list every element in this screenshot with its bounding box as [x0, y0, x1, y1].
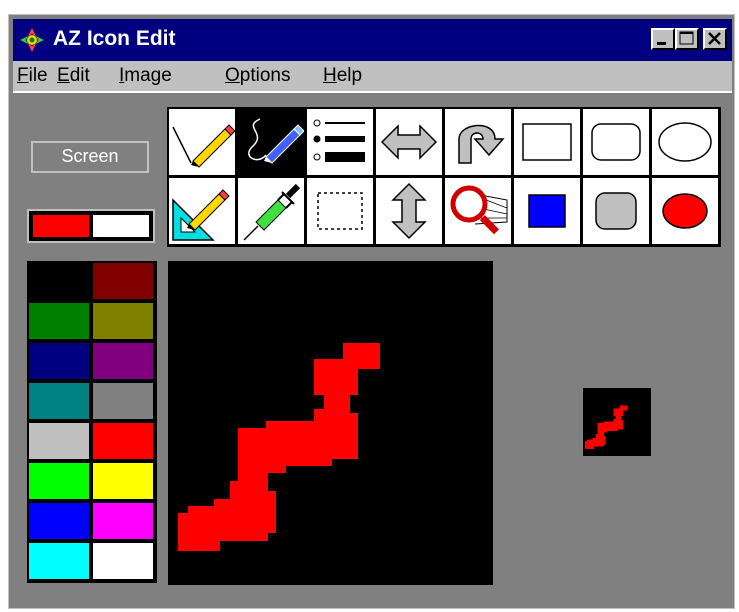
window-title: AZ Icon Edit [53, 27, 176, 50]
filled-rounded-rectangle-tool-icon [595, 192, 637, 230]
palette-swatch[interactable] [93, 543, 153, 579]
ellipse-outline-tool[interactable] [652, 109, 718, 175]
tool-palette [167, 107, 721, 247]
app-window: AZ Icon Edit File Edit Image Options Hel… [8, 14, 735, 609]
line-tool-icon [172, 189, 230, 241]
icon-preview [583, 388, 651, 456]
menu-edit-mnemonic: E [57, 65, 70, 86]
menu-file-label: ile [28, 65, 48, 86]
menu-edit-label: dit [69, 65, 90, 86]
palette-swatch[interactable] [29, 263, 89, 299]
menu-file[interactable]: File [17, 65, 48, 87]
rounded-rectangle-outline-tool-icon [591, 123, 641, 161]
close-icon [708, 32, 721, 45]
filled-rectangle-tool[interactable] [514, 178, 580, 244]
menu-options[interactable]: Options [225, 65, 290, 87]
pencil-tool[interactable] [169, 109, 235, 175]
color-palette [27, 261, 157, 583]
palette-swatch[interactable] [93, 463, 153, 499]
rotate-tool-icon [458, 124, 505, 164]
menu-options-label: ptions [239, 65, 291, 86]
menu-bar: File Edit Image Options Help [13, 61, 732, 91]
close-button[interactable] [703, 28, 727, 50]
minimize-icon [657, 42, 666, 45]
filled-rounded-rectangle-tool[interactable] [583, 178, 649, 244]
palette-swatch[interactable] [29, 383, 89, 419]
rotate-tool[interactable] [445, 109, 511, 175]
foreground-color-swatch[interactable] [33, 215, 89, 237]
palette-swatch[interactable] [93, 423, 153, 459]
palette-swatch[interactable] [29, 343, 89, 379]
minimize-button[interactable] [651, 28, 675, 50]
ellipse-outline-tool-icon [658, 122, 712, 162]
flip-vertical-tool-icon [391, 182, 427, 240]
filled-rectangle-tool-icon [528, 194, 566, 228]
flip-horizontal-tool[interactable] [376, 109, 442, 175]
background-color-swatch[interactable] [93, 215, 149, 237]
selection-rectangle-tool[interactable] [307, 178, 373, 244]
freehand-pen-tool[interactable] [238, 109, 304, 175]
flip-vertical-tool[interactable] [376, 178, 442, 244]
menu-edit[interactable]: Edit [57, 65, 90, 87]
line-tool[interactable] [169, 178, 235, 244]
palette-swatch[interactable] [93, 503, 153, 539]
palette-swatch[interactable] [29, 303, 89, 339]
color-picker-dropper-tool-icon [243, 183, 301, 241]
palette-swatch[interactable] [93, 383, 153, 419]
line-width-tool-icon [313, 119, 365, 162]
menu-options-mnemonic: O [225, 65, 240, 86]
zoom-magnifier-tool[interactable] [445, 178, 511, 244]
icon-edit-canvas[interactable] [168, 261, 493, 585]
palette-swatch[interactable] [29, 543, 89, 579]
rectangle-outline-tool[interactable] [514, 109, 580, 175]
color-picker-dropper-tool[interactable] [238, 178, 304, 244]
app-icon [19, 27, 45, 53]
menu-image-label: mage [124, 65, 172, 86]
maximize-icon [679, 31, 694, 45]
palette-swatch[interactable] [29, 423, 89, 459]
menu-file-mnemonic: F [17, 65, 29, 86]
menu-help-mnemonic: H [323, 65, 337, 86]
menu-separator [13, 91, 732, 93]
flip-horizontal-tool-icon [380, 124, 438, 160]
screen-button[interactable]: Screen [31, 141, 149, 173]
palette-swatch[interactable] [29, 503, 89, 539]
freehand-pen-tool-icon [248, 118, 304, 164]
menu-help-label: elp [336, 65, 363, 86]
palette-swatch[interactable] [93, 343, 153, 379]
menu-help[interactable]: Help [323, 65, 362, 87]
palette-swatch[interactable] [93, 263, 153, 299]
rounded-rectangle-outline-tool[interactable] [583, 109, 649, 175]
icon-preview-drawing [585, 405, 628, 449]
filled-ellipse-tool-icon [662, 193, 708, 229]
rectangle-outline-tool-icon [522, 123, 572, 161]
menu-image[interactable]: Image [119, 65, 172, 87]
zoom-magnifier-tool-icon [450, 185, 508, 235]
pencil-tool-icon [172, 124, 235, 168]
title-bar[interactable]: AZ Icon Edit [13, 19, 732, 61]
icon-drawing [178, 343, 380, 551]
line-width-tool[interactable] [307, 109, 373, 175]
palette-swatch[interactable] [93, 303, 153, 339]
maximize-button[interactable] [675, 28, 699, 50]
filled-ellipse-tool[interactable] [652, 178, 718, 244]
palette-swatch[interactable] [29, 463, 89, 499]
selection-rectangle-tool-icon [317, 192, 363, 230]
current-colors-indicator[interactable] [27, 209, 155, 243]
